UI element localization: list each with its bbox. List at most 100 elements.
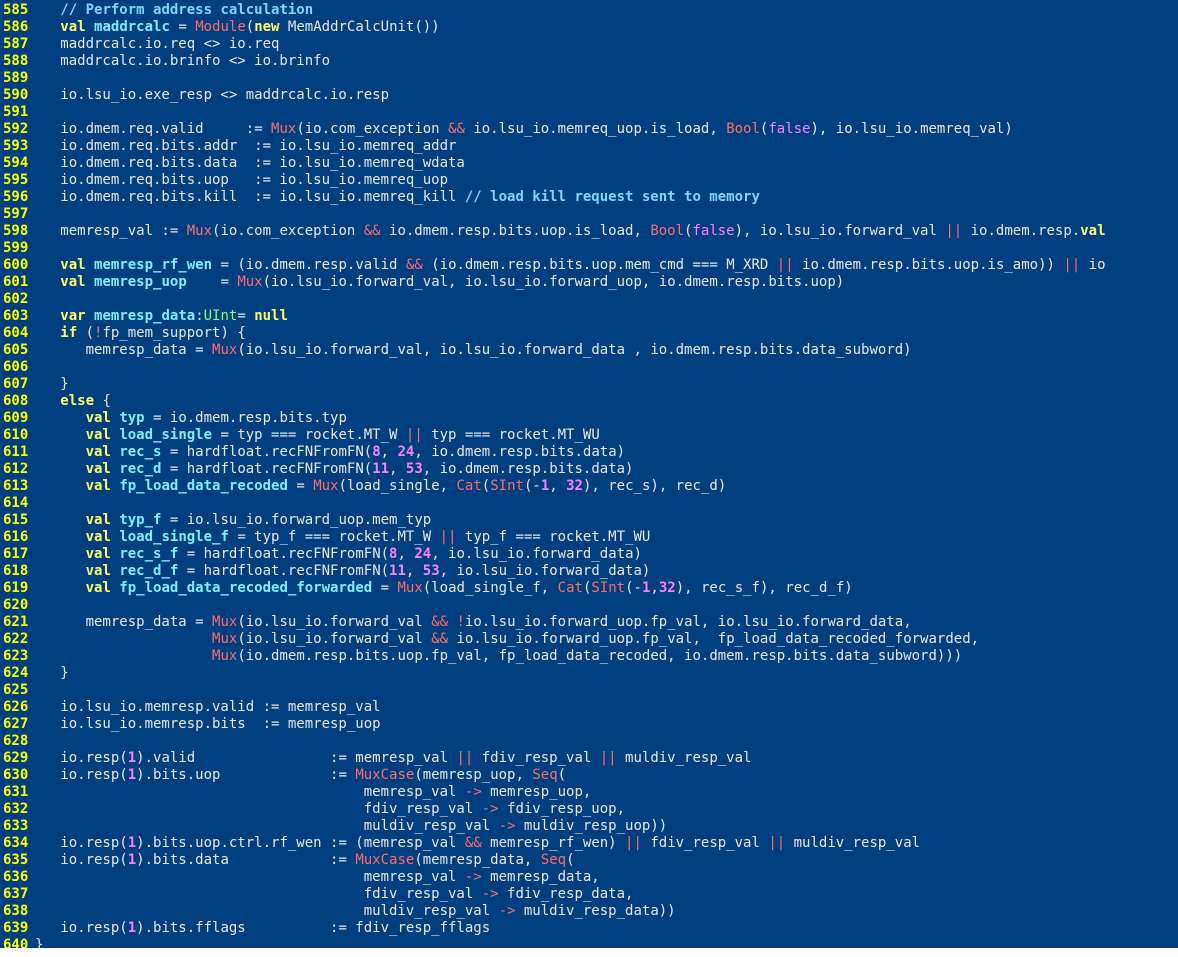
code-line[interactable]: 639 io.resp(1).bits.fflags := fdiv_resp_… <box>0 920 1178 937</box>
line-number: 632 <box>3 801 29 817</box>
code-line[interactable]: 615 val typ_f = io.lsu_io.forward_uop.me… <box>0 512 1178 529</box>
code-line[interactable]: 601 val memresp_uop = Mux(io.lsu_io.forw… <box>0 274 1178 291</box>
line-number: 601 <box>3 274 29 290</box>
line-number: 593 <box>3 138 29 154</box>
line-number: 619 <box>3 580 29 596</box>
code-text: val load_single_f = typ_f === rocket.MT_… <box>85 529 651 545</box>
line-number: 586 <box>3 19 29 35</box>
code-line[interactable]: 598 memresp_val := Mux(io.com_exception … <box>0 223 1178 240</box>
code-text: io.dmem.req.bits.kill := io.lsu_io.memre… <box>35 189 760 205</box>
code-line[interactable]: 586 val maddrcalc = Module(new MemAddrCa… <box>0 19 1178 36</box>
line-number: 611 <box>3 444 29 460</box>
code-line[interactable]: 599 <box>0 240 1178 257</box>
code-line[interactable]: 609 val typ = io.dmem.resp.bits.typ <box>0 410 1178 427</box>
line-number: 630 <box>3 767 29 783</box>
code-line[interactable]: 628 <box>0 733 1178 750</box>
line-number: 627 <box>3 716 29 732</box>
code-text: val rec_s = hardfloat.recFNFromFN(8, 24,… <box>85 444 626 460</box>
code-text: io.resp(1).bits.uop := MuxCase(memresp_u… <box>35 767 567 783</box>
code-line[interactable]: 635 io.resp(1).bits.data := MuxCase(memr… <box>0 852 1178 869</box>
code-line[interactable]: 592 io.dmem.req.valid := Mux(io.com_exce… <box>0 121 1178 138</box>
code-text: muldiv_resp_val -> muldiv_resp_uop)) <box>35 818 668 834</box>
code-line[interactable]: 613 val fp_load_data_recoded = Mux(load_… <box>0 478 1178 495</box>
code-line[interactable]: 614 <box>0 495 1178 512</box>
code-editor[interactable]: 585 // Perform address calculation 586 va… <box>0 0 1178 957</box>
code-text: memresp_val := Mux(io.com_exception && i… <box>35 223 1106 239</box>
code-line[interactable]: 589 <box>0 70 1178 87</box>
code-line[interactable]: 594 io.dmem.req.bits.data := io.lsu_io.m… <box>0 155 1178 172</box>
code-text: io.dmem.req.bits.addr := io.lsu_io.memre… <box>35 138 457 154</box>
code-line[interactable]: 627 io.lsu_io.memresp.bits := memresp_uo… <box>0 716 1178 733</box>
line-number: 618 <box>3 563 29 579</box>
code-text: memresp_val -> memresp_data, <box>35 869 600 885</box>
code-line[interactable]: 631 memresp_val -> memresp_uop, <box>0 784 1178 801</box>
line-number: 616 <box>3 529 29 545</box>
code-line[interactable]: 618 val rec_d_f = hardfloat.recFNFromFN(… <box>0 563 1178 580</box>
line-number: 594 <box>3 155 29 171</box>
line-number: 597 <box>3 206 29 222</box>
code-line[interactable]: 600 val memresp_rf_wen = (io.dmem.resp.v… <box>0 257 1178 274</box>
code-line[interactable]: 604 if (!fp_mem_support) { <box>0 325 1178 342</box>
line-number: 629 <box>3 750 29 766</box>
code-line[interactable]: 624 } <box>0 665 1178 682</box>
line-number: 592 <box>3 121 29 137</box>
code-line[interactable]: 633 muldiv_resp_val -> muldiv_resp_uop)) <box>0 818 1178 835</box>
code-text: io.lsu_io.memresp.valid := memresp_val <box>35 699 381 715</box>
line-number: 636 <box>3 869 29 885</box>
code-line[interactable]: 620 <box>0 597 1178 614</box>
code-text: val rec_d_f = hardfloat.recFNFromFN(11, … <box>85 563 651 579</box>
code-line[interactable]: 588 maddrcalc.io.brinfo <> io.brinfo <box>0 53 1178 70</box>
code-line[interactable]: 596 io.dmem.req.bits.kill := io.lsu_io.m… <box>0 189 1178 206</box>
code-text: io.resp(1).bits.fflags := fdiv_resp_ffla… <box>35 920 491 936</box>
code-line[interactable]: 626 io.lsu_io.memresp.valid := memresp_v… <box>0 699 1178 716</box>
code-line[interactable]: 591 <box>0 104 1178 121</box>
line-number: 638 <box>3 903 29 919</box>
code-line[interactable]: 623 Mux(io.dmem.resp.bits.uop.fp_val, fp… <box>0 648 1178 665</box>
line-number: 612 <box>3 461 29 477</box>
code-line[interactable]: 634 io.resp(1).bits.uop.ctrl.rf_wen := (… <box>0 835 1178 852</box>
code-line[interactable]: 636 memresp_val -> memresp_data, <box>0 869 1178 886</box>
line-number: 599 <box>3 240 29 256</box>
code-line[interactable]: 607 } <box>0 376 1178 393</box>
code-line[interactable]: 608 else { <box>0 393 1178 410</box>
code-line[interactable]: 612 val rec_d = hardfloat.recFNFromFN(11… <box>0 461 1178 478</box>
code-line[interactable]: 625 <box>0 682 1178 699</box>
code-line[interactable]: 587 maddrcalc.io.req <> io.req <box>0 36 1178 53</box>
line-number: 631 <box>3 784 29 800</box>
code-line[interactable]: 611 val rec_s = hardfloat.recFNFromFN(8,… <box>0 444 1178 461</box>
code-line[interactable]: 595 io.dmem.req.bits.uop := io.lsu_io.me… <box>0 172 1178 189</box>
code-text: val rec_d = hardfloat.recFNFromFN(11, 53… <box>85 461 634 477</box>
code-line[interactable]: 632 fdiv_resp_val -> fdiv_resp_uop, <box>0 801 1178 818</box>
code-line[interactable]: 617 val rec_s_f = hardfloat.recFNFromFN(… <box>0 546 1178 563</box>
code-text: val memresp_rf_wen = (io.dmem.resp.valid… <box>60 257 1106 273</box>
code-text: var memresp_data:UInt= null <box>60 308 288 324</box>
code-line[interactable]: 610 val load_single = typ === rocket.MT_… <box>0 427 1178 444</box>
code-line[interactable]: 605 memresp_data = Mux(io.lsu_io.forward… <box>0 342 1178 359</box>
code-text: maddrcalc.io.brinfo <> io.brinfo <box>35 53 331 69</box>
code-text: io.dmem.req.bits.uop := io.lsu_io.memreq… <box>35 172 449 188</box>
code-text: memresp_data = Mux(io.lsu_io.forward_val… <box>35 342 912 358</box>
code-text: io.lsu_io.memresp.bits := memresp_uop <box>35 716 381 732</box>
status-bar <box>0 948 1178 957</box>
code-text: io.resp(1).bits.uop.ctrl.rf_wen := (memr… <box>35 835 921 851</box>
line-number: 588 <box>3 53 29 69</box>
code-line[interactable]: 630 io.resp(1).bits.uop := MuxCase(memre… <box>0 767 1178 784</box>
code-text: muldiv_resp_val -> muldiv_resp_data)) <box>35 903 676 919</box>
code-line[interactable]: 597 <box>0 206 1178 223</box>
code-line[interactable]: 622 Mux(io.lsu_io.forward_val && io.lsu_… <box>0 631 1178 648</box>
code-line[interactable]: 602 <box>0 291 1178 308</box>
line-number: 589 <box>3 70 29 86</box>
code-line[interactable]: 590 io.lsu_io.exe_resp <> maddrcalc.io.r… <box>0 87 1178 104</box>
code-line[interactable]: 619 val fp_load_data_recoded_forwarded =… <box>0 580 1178 597</box>
code-line[interactable]: 629 io.resp(1).valid := memresp_val || f… <box>0 750 1178 767</box>
code-line[interactable]: 621 memresp_data = Mux(io.lsu_io.forward… <box>0 614 1178 631</box>
code-line[interactable]: 593 io.dmem.req.bits.addr := io.lsu_io.m… <box>0 138 1178 155</box>
code-line[interactable]: 606 <box>0 359 1178 376</box>
line-number: 587 <box>3 36 29 52</box>
code-line[interactable]: 585 // Perform address calculation <box>0 2 1178 19</box>
code-line[interactable]: 616 val load_single_f = typ_f === rocket… <box>0 529 1178 546</box>
code-line[interactable]: 638 muldiv_resp_val -> muldiv_resp_data)… <box>0 903 1178 920</box>
code-line[interactable]: 603 var memresp_data:UInt= null <box>0 308 1178 325</box>
code-line[interactable]: 637 fdiv_resp_val -> fdiv_resp_data, <box>0 886 1178 903</box>
code-text: Mux(io.dmem.resp.bits.uop.fp_val, fp_loa… <box>212 648 963 664</box>
